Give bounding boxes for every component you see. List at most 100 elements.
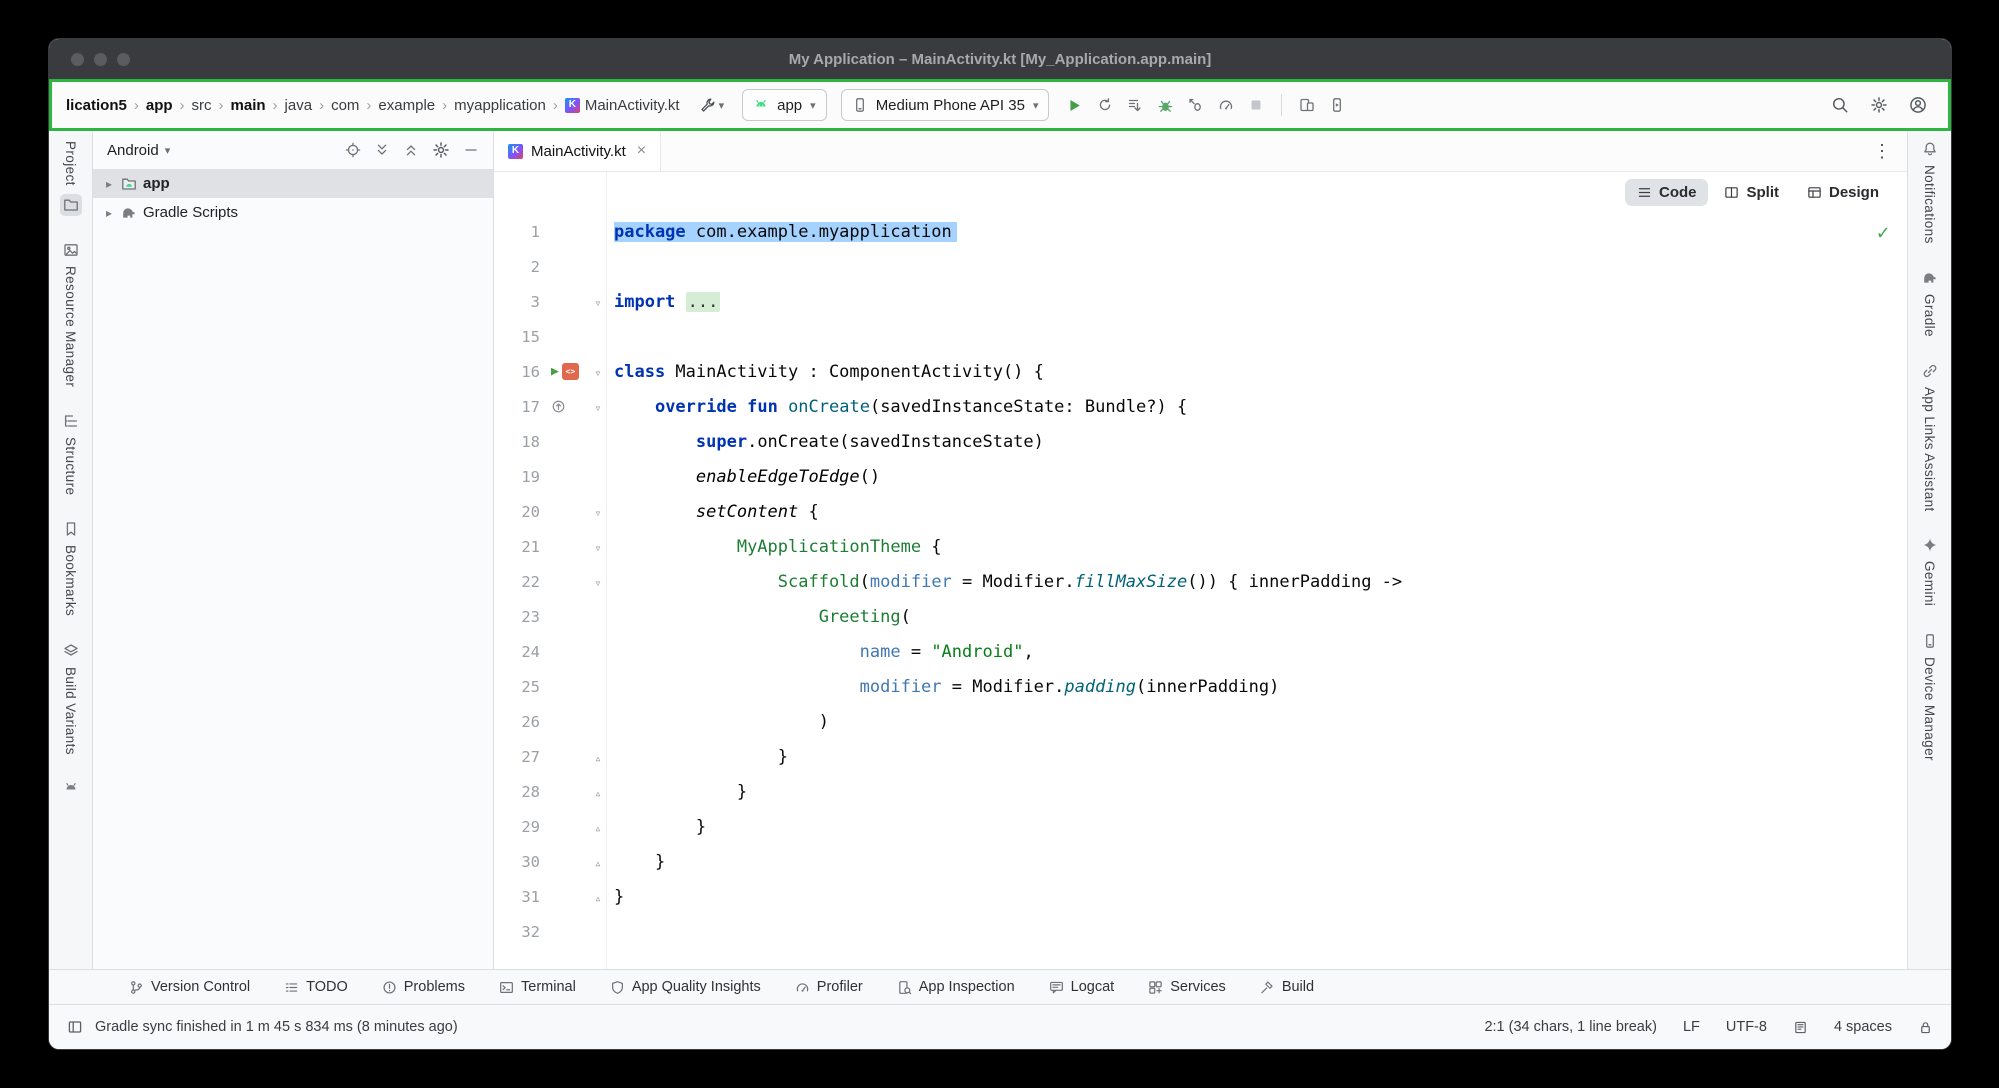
tool-window-button-build-variants[interactable]: Build Variants xyxy=(63,643,79,755)
tool-window-button-problems[interactable]: Problems xyxy=(382,979,465,995)
lock-icon[interactable] xyxy=(1918,1020,1933,1035)
reader-mode-icon[interactable] xyxy=(1793,1020,1808,1035)
tool-window-button-app-quality-insights[interactable]: App Quality Insights xyxy=(610,979,761,995)
compose-preview-icon[interactable]: <> xyxy=(562,363,579,380)
device-mirroring-button[interactable] xyxy=(1296,94,1318,116)
breadcrumb-item-lication5[interactable]: lication5 xyxy=(64,97,129,114)
code-line[interactable]: 20▿ setContent { xyxy=(494,494,1907,529)
debug-button[interactable] xyxy=(1154,94,1177,117)
inspection-status-icon[interactable]: ✓ xyxy=(1877,220,1889,244)
collapse-all-icon[interactable] xyxy=(403,142,419,158)
tool-window-button-bookmarks[interactable]: Bookmarks xyxy=(63,521,79,616)
tool-window-button-notifications[interactable]: Notifications xyxy=(1922,141,1938,244)
code-line[interactable]: 31▵} xyxy=(494,879,1907,914)
override-method-icon[interactable] xyxy=(551,399,566,414)
code-line[interactable]: 27▵ } xyxy=(494,739,1907,774)
expand-chevron-icon[interactable]: ▸ xyxy=(103,177,115,191)
running-devices-button[interactable] xyxy=(1326,94,1348,116)
search-everywhere-button[interactable] xyxy=(1828,93,1852,117)
locate-file-icon[interactable] xyxy=(345,142,361,158)
code-line[interactable]: 15 xyxy=(494,319,1907,354)
caret-position[interactable]: 2:1 (34 chars, 1 line break) xyxy=(1484,1019,1656,1035)
code-line[interactable]: 3▿import ... xyxy=(494,284,1907,319)
indent-style[interactable]: 4 spaces xyxy=(1834,1019,1892,1035)
file-encoding[interactable]: UTF-8 xyxy=(1726,1019,1767,1035)
line-separator[interactable]: LF xyxy=(1683,1019,1700,1035)
breadcrumb-item-mainactivity-kt[interactable]: KMainActivity.kt xyxy=(563,97,682,114)
code-line[interactable]: 32 xyxy=(494,914,1907,949)
breadcrumb-item-app[interactable]: app xyxy=(144,97,175,114)
tool-window-button-resource-manager[interactable]: Resource Manager xyxy=(63,242,79,387)
tool-window-button-profiler[interactable]: Profiler xyxy=(795,979,863,995)
tool-window-button-terminal[interactable]: Terminal xyxy=(499,979,576,995)
fold-marker-icon[interactable]: ▿ xyxy=(594,541,601,555)
layout-widget-icon[interactable] xyxy=(67,1019,83,1035)
tool-window-button-android-gray[interactable] xyxy=(63,780,79,796)
code-line[interactable]: 21▿ MyApplicationTheme { xyxy=(494,529,1907,564)
tool-window-button-logcat[interactable]: Logcat xyxy=(1049,979,1115,995)
tool-window-button-project[interactable]: Project xyxy=(60,141,82,216)
run-button[interactable] xyxy=(1063,94,1086,117)
breadcrumb-item-myapplication[interactable]: myapplication xyxy=(452,97,548,114)
tool-window-button-structure[interactable]: Structure xyxy=(63,413,79,495)
breadcrumb-item-main[interactable]: main xyxy=(229,97,268,114)
tool-window-button-device-manager[interactable]: Device Manager xyxy=(1922,633,1938,761)
code-line[interactable]: 25 modifier = Modifier.padding(innerPadd… xyxy=(494,669,1907,704)
view-mode-design[interactable]: Design xyxy=(1795,179,1891,206)
tool-window-button-gradle[interactable]: Gradle xyxy=(1922,270,1938,337)
code-line[interactable]: 26 ) xyxy=(494,704,1907,739)
panel-settings-icon[interactable] xyxy=(432,141,450,159)
status-message[interactable]: Gradle sync finished in 1 m 45 s 834 ms … xyxy=(95,1019,458,1035)
fold-marker-icon[interactable]: ▿ xyxy=(594,401,601,415)
view-mode-code[interactable]: Code xyxy=(1625,179,1709,206)
tool-window-button-app-inspection[interactable]: App Inspection xyxy=(897,979,1015,995)
tool-window-button-app-links-assistant[interactable]: App Links Assistant xyxy=(1922,363,1938,512)
device-select[interactable]: Medium Phone API 35 ▾ xyxy=(841,89,1050,121)
tab-mainactivity[interactable]: K MainActivity.kt × xyxy=(494,131,661,171)
expand-chevron-icon[interactable]: ▸ xyxy=(103,206,115,220)
fold-marker-icon[interactable]: ▵ xyxy=(594,856,601,870)
code-line[interactable]: 28▵ } xyxy=(494,774,1907,809)
close-tab-icon[interactable]: × xyxy=(637,142,646,160)
fold-marker-icon[interactable]: ▵ xyxy=(594,751,601,765)
fold-marker-icon[interactable]: ▿ xyxy=(594,506,601,520)
profile-button[interactable] xyxy=(1215,94,1237,116)
editor-options-icon[interactable]: ⋮ xyxy=(1857,141,1907,162)
hide-panel-icon[interactable] xyxy=(463,142,479,158)
code-line[interactable]: 24 name = "Android", xyxy=(494,634,1907,669)
tool-window-button-services[interactable]: Services xyxy=(1148,979,1226,995)
breadcrumb-item-src[interactable]: src xyxy=(190,97,214,114)
fold-marker-icon[interactable]: ▵ xyxy=(594,821,601,835)
code-line[interactable]: 18 super.onCreate(savedInstanceState) xyxy=(494,424,1907,459)
code-line[interactable]: 16▶<>▿class MainActivity : ComponentActi… xyxy=(494,354,1907,389)
fold-marker-icon[interactable]: ▿ xyxy=(594,296,601,310)
project-view-selector[interactable]: Android ▾ xyxy=(103,140,174,161)
settings-button[interactable] xyxy=(1867,93,1891,117)
minimize-window-button[interactable] xyxy=(94,53,107,66)
code-line[interactable]: 2 xyxy=(494,249,1907,284)
code-line[interactable]: 29▵ } xyxy=(494,809,1907,844)
expand-all-icon[interactable] xyxy=(374,142,390,158)
apply-code-changes-button[interactable] xyxy=(1124,94,1146,116)
stop-button[interactable] xyxy=(1245,94,1267,116)
profile-avatar-button[interactable] xyxy=(1906,93,1930,117)
tool-window-button-version-control[interactable]: Version Control xyxy=(129,979,250,995)
fold-marker-icon[interactable]: ▵ xyxy=(594,786,601,800)
breadcrumb-item-java[interactable]: java xyxy=(283,97,315,114)
tree-item-app[interactable]: ▸app xyxy=(93,169,493,198)
tree-item-gradle-scripts[interactable]: ▸Gradle Scripts xyxy=(93,198,493,227)
run-configuration-select[interactable]: app ▾ xyxy=(742,89,827,121)
code-line[interactable]: 19 enableEdgeToEdge() xyxy=(494,459,1907,494)
editor-body[interactable]: CodeSplitDesign ✓ 1package com.example.m… xyxy=(494,172,1907,969)
breadcrumb-item-com[interactable]: com xyxy=(329,97,361,114)
code-line[interactable]: 22▿ Scaffold(modifier = Modifier.fillMax… xyxy=(494,564,1907,599)
code-line[interactable]: 17▿ override fun onCreate(savedInstanceS… xyxy=(494,389,1907,424)
fold-marker-icon[interactable]: ▵ xyxy=(594,891,601,905)
tool-window-button-build[interactable]: Build xyxy=(1260,979,1314,995)
apply-changes-button[interactable] xyxy=(1094,94,1116,116)
run-gutter-icon[interactable]: ▶ xyxy=(551,364,559,379)
code-line[interactable]: 30▵ } xyxy=(494,844,1907,879)
build-menu-button[interactable]: ▾ xyxy=(696,93,729,117)
close-window-button[interactable] xyxy=(71,53,84,66)
code-line[interactable]: 23 Greeting( xyxy=(494,599,1907,634)
